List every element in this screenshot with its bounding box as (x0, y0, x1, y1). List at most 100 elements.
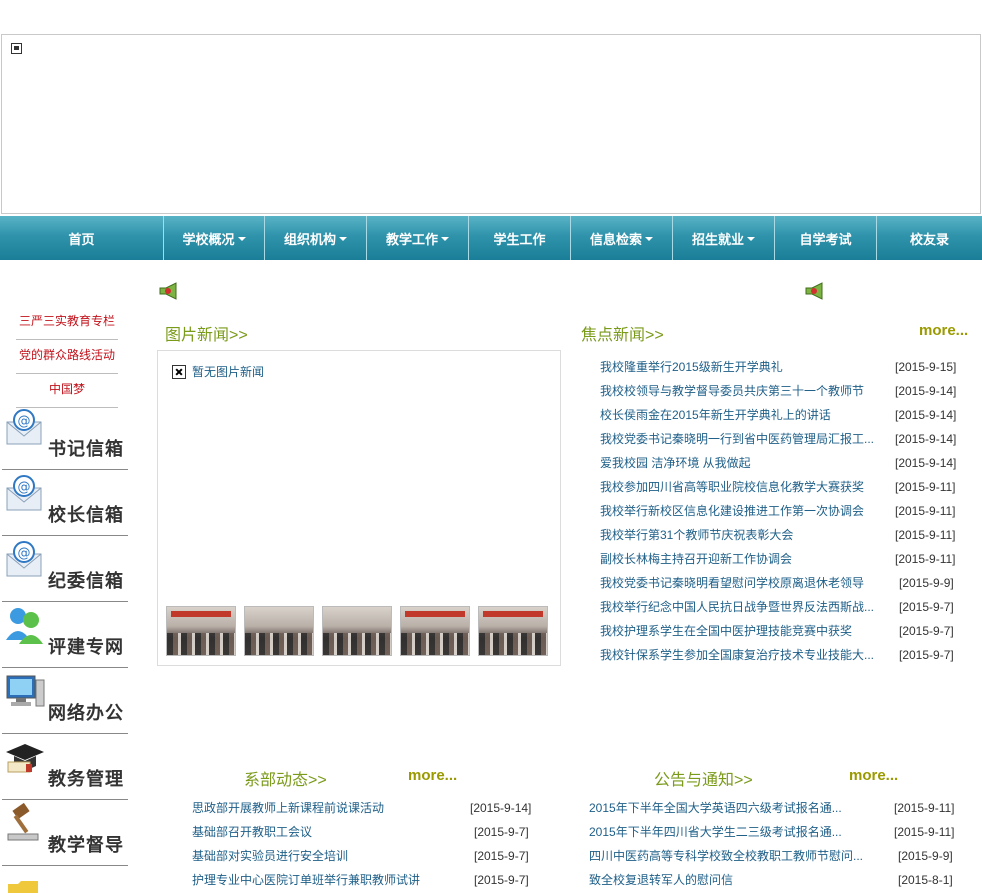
news-title-link[interactable]: 爱我校园 洁净环境 从我做起 (600, 451, 875, 475)
news-title-link[interactable]: 我校护理系学生在全国中医护理技能竞赛中获奖 (600, 619, 875, 643)
nav-item-teaching[interactable]: 教学工作 (367, 216, 469, 260)
list-item[interactable]: 我校党委书记秦晓明一行到省中医药管理局汇报工... [2015-9-14] (600, 427, 965, 451)
news-date: [2015-9-11] (895, 504, 956, 518)
list-item[interactable]: 思政部开展教师上新课程前说课活动 [2015-9-14] (192, 796, 542, 820)
list-item[interactable]: 我校举行新校区信息化建设推进工作第一次协调会 [2015-9-11] (600, 499, 965, 523)
mail-icon: @ (6, 409, 42, 445)
list-item[interactable]: 我校校领导与教学督导委员共庆第三十一个教师节 [2015-9-14] (600, 379, 965, 403)
news-title-link[interactable]: 副校长林梅主持召开迎新工作协调会 (600, 547, 875, 571)
news-title-link[interactable]: 我校党委书记秦晓明一行到省中医药管理局汇报工... (600, 427, 875, 451)
list-item[interactable]: 致全校复退转军人的慰问信 [2015-8-1] (589, 868, 964, 892)
news-title-link[interactable]: 我校校领导与教学督导委员共庆第三十一个教师节 (600, 379, 875, 403)
side-box-label: 评建专网 (48, 637, 124, 658)
side-link-mass-line[interactable]: 党的群众路线活动 (16, 340, 118, 374)
focus-news-list: 我校隆重举行2015级新生开学典礼 [2015-9-15] 我校校领导与教学督导委员… (600, 355, 965, 667)
nav-item-admission[interactable]: 招生就业 (673, 216, 775, 260)
caret-down-icon (747, 237, 755, 241)
nav-item-school-overview[interactable]: 学校概况 (164, 216, 265, 260)
news-thumbnail[interactable] (478, 606, 548, 656)
news-title-link[interactable]: 校长侯雨金在2015年新生开学典礼上的讲话 (600, 403, 875, 427)
caret-down-icon (645, 237, 653, 241)
list-item[interactable]: 我校举行纪念中国人民抗日战争暨世界反法西斯战... [2015-9-7] (600, 595, 965, 619)
broken-image-icon (11, 43, 22, 54)
nav-label: 招生就业 (691, 231, 744, 247)
dept-news-title[interactable]: 系部动态>> (244, 766, 327, 790)
list-item[interactable]: 副校长林梅主持召开迎新工作协调会 [2015-9-11] (600, 547, 965, 571)
nav-label: 校友录 (909, 231, 949, 247)
notices-more-link[interactable]: more... (849, 767, 898, 784)
list-item[interactable]: 基础部召开教职工会议 [2015-9-7] (192, 820, 542, 844)
list-item[interactable]: 爱我校园 洁净环境 从我做起 [2015-9-14] (600, 451, 965, 475)
news-date: [2015-9-11] (895, 552, 956, 566)
nav-label: 学生工作 (493, 231, 546, 247)
list-item[interactable]: 我校隆重举行2015级新生开学典礼 [2015-9-15] (600, 355, 965, 379)
news-date: [2015-9-14] (895, 456, 957, 470)
nav-item-self-exam[interactable]: 自学考试 (775, 216, 877, 260)
caret-down-icon (237, 237, 246, 241)
news-date: [2015-9-7] (899, 648, 954, 662)
nav-item-alumni[interactable]: 校友录 (877, 216, 982, 260)
list-item[interactable]: 2015年下半年全国大学英语四六级考试报名通... [2015-9-11] (589, 796, 964, 820)
side-box-academic-affairs[interactable]: 教务管理 (2, 734, 128, 800)
side-box-discipline-mailbox[interactable]: @ 纪委信箱 (2, 536, 128, 602)
news-thumbnail[interactable] (244, 606, 314, 656)
news-title-link[interactable]: 我校举行纪念中国人民抗日战争暨世界反法西斯战... (600, 595, 875, 619)
side-box-label: 教学督导 (48, 835, 124, 856)
news-thumbnail[interactable] (166, 606, 236, 656)
news-date: [2015-9-7] (899, 600, 954, 614)
side-box-teaching-supervision[interactable]: 教学督导 (2, 800, 128, 866)
list-item[interactable]: 四川中医药高等专科学校致全校教职工教师节慰问... [2015-9-9] (589, 844, 964, 868)
list-item[interactable]: 我校举行第31个教师节庆祝表彰大会 [2015-9-11] (600, 523, 965, 547)
news-date: [2015-9-7] (474, 849, 529, 863)
dept-news-more-link[interactable]: more... (408, 767, 457, 784)
news-date: [2015-9-11] (894, 825, 955, 839)
picture-news-title[interactable]: 图片新闻>> (165, 321, 248, 345)
focus-news-title[interactable]: 焦点新闻>> (581, 321, 664, 345)
news-title-link[interactable]: 护理专业中心医院订单班举行兼职教师试讲 (192, 868, 442, 892)
svg-text:@: @ (18, 480, 31, 495)
horn-icon (159, 282, 177, 300)
mail-icon: @ (6, 541, 42, 577)
news-title-link[interactable]: 我校针保系学生参加全国康复治疗技术专业技能大... (600, 643, 875, 667)
news-title-link[interactable]: 2015年下半年全国大学英语四六级考试报名通... (589, 796, 864, 820)
news-title-link[interactable]: 2015年下半年四川省大学生二三级考试报名通... (589, 820, 864, 844)
nav-label: 组织机构 (283, 231, 336, 247)
side-box-secretary-mailbox[interactable]: @ 书记信箱 (2, 404, 128, 470)
side-box-president-mailbox[interactable]: @ 校长信箱 (2, 470, 128, 536)
news-title-link[interactable]: 我校党委书记秦晓明看望慰问学校原离退休老领导 (600, 571, 875, 595)
news-title-link[interactable]: 四川中医药高等专科学校致全校教职工教师节慰问... (589, 844, 864, 868)
list-item[interactable]: 我校党委书记秦晓明看望慰问学校原离退休老领导 [2015-9-9] (600, 571, 965, 595)
side-box-evaluation-net[interactable]: 评建专网 (2, 602, 128, 668)
news-title-link[interactable]: 我校举行第31个教师节庆祝表彰大会 (600, 523, 875, 547)
list-item[interactable]: 2015年下半年四川省大学生二三级考试报名通... [2015-9-11] (589, 820, 964, 844)
caret-down-icon (441, 237, 449, 241)
news-title-link[interactable]: 思政部开展教师上新课程前说课活动 (192, 796, 442, 820)
nav-item-student-work[interactable]: 学生工作 (469, 216, 571, 260)
list-item[interactable]: 护理专业中心医院订单班举行兼职教师试讲 [2015-9-7] (192, 868, 542, 892)
news-title-link[interactable]: 我校举行新校区信息化建设推进工作第一次协调会 (600, 499, 875, 523)
news-thumbnail[interactable] (322, 606, 392, 656)
news-title-link[interactable]: 我校参加四川省高等职业院校信息化教学大赛获奖 (600, 475, 875, 499)
nav-label: 学校概况 (182, 231, 235, 247)
graduation-cap-icon (6, 744, 44, 773)
nav-item-organization[interactable]: 组织机构 (265, 216, 367, 260)
nav-item-home[interactable]: 首页 (0, 216, 164, 260)
side-box-label: 校长信箱 (48, 505, 124, 526)
list-item[interactable]: 基础部对实验员进行安全培训 [2015-9-7] (192, 844, 542, 868)
side-link-china-dream[interactable]: 中国梦 (16, 374, 118, 408)
news-title-link[interactable]: 基础部召开教职工会议 (192, 820, 442, 844)
side-box-online-office[interactable]: 网络办公 (2, 668, 128, 734)
news-thumbnail[interactable] (400, 606, 470, 656)
notices-title[interactable]: 公告与通知>> (654, 766, 753, 790)
nav-item-info-search[interactable]: 信息检索 (571, 216, 673, 260)
users-icon (6, 608, 43, 644)
news-title-link[interactable]: 我校隆重举行2015级新生开学典礼 (600, 355, 875, 379)
news-title-link[interactable]: 致全校复退转军人的慰问信 (589, 868, 864, 892)
news-title-link[interactable]: 基础部对实验员进行安全培训 (192, 844, 442, 868)
focus-news-more-link[interactable]: more... (919, 322, 968, 339)
list-item[interactable]: 我校针保系学生参加全国康复治疗技术专业技能大... [2015-9-7] (600, 643, 965, 667)
list-item[interactable]: 我校参加四川省高等职业院校信息化教学大赛获奖 [2015-9-11] (600, 475, 965, 499)
list-item[interactable]: 校长侯雨金在2015年新生开学典礼上的讲话 [2015-9-14] (600, 403, 965, 427)
list-item[interactable]: 我校护理系学生在全国中医护理技能竞赛中获奖 [2015-9-7] (600, 619, 965, 643)
side-link-three-strict[interactable]: 三严三实教育专栏 (16, 306, 118, 340)
